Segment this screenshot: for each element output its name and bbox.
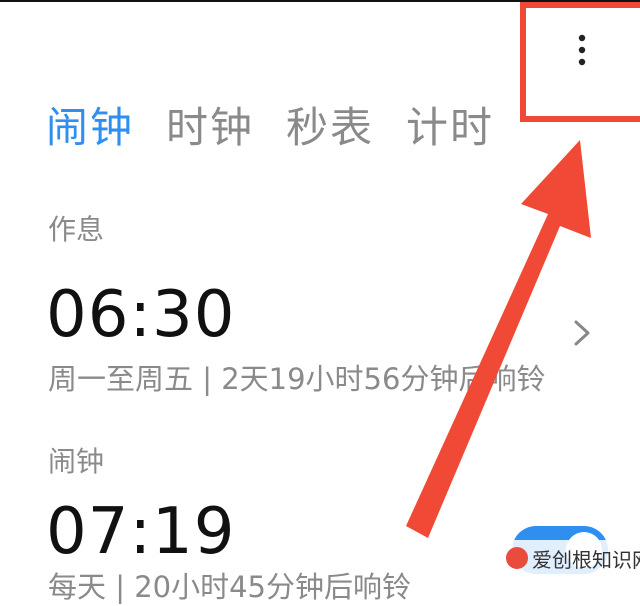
alarm-description: 每天 | 20小时45分钟后响铃 xyxy=(48,570,412,604)
watermark-logo-icon xyxy=(506,547,528,569)
section-label-alarm: 闹钟 xyxy=(48,445,105,478)
alarm-description: 周一至周五 | 2天19小时56分钟后响铃 xyxy=(48,362,546,396)
alarm-time[interactable]: 06:30 xyxy=(46,275,235,355)
tab-bar: 闹钟 时钟 秒表 计时 xyxy=(46,98,494,158)
section-label-schedule: 作息 xyxy=(48,213,105,246)
tab-stopwatch[interactable]: 秒表 xyxy=(286,98,374,158)
more-vertical-icon xyxy=(578,34,586,66)
watermark-text: 爱创根知识网 xyxy=(532,547,640,572)
alarm-time[interactable]: 07:19 xyxy=(46,492,235,572)
top-divider xyxy=(0,0,640,2)
tab-timer[interactable]: 计时 xyxy=(406,98,494,158)
watermark: 爱创根知识网 xyxy=(500,540,640,576)
more-options-button[interactable] xyxy=(560,28,604,72)
chevron-right-icon[interactable] xyxy=(570,318,594,348)
tab-clock[interactable]: 时钟 xyxy=(166,98,254,158)
tab-alarm[interactable]: 闹钟 xyxy=(46,98,134,158)
